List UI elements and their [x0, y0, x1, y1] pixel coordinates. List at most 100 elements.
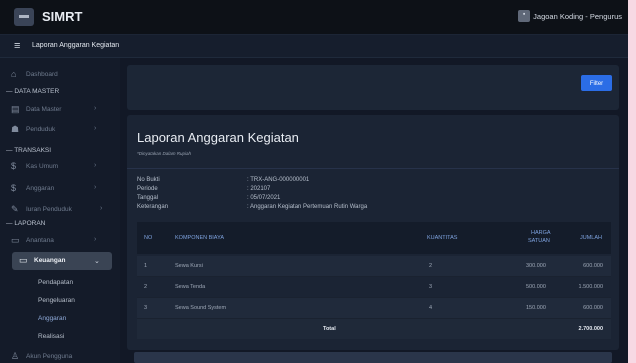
database-icon: ▤ — [11, 104, 20, 114]
home-icon: ⌂ — [11, 69, 17, 79]
total-value: 2.700.000 — [578, 326, 603, 332]
sidebar-item-label: Penduduk — [26, 126, 56, 133]
sidebar-item-label: Keuangan — [34, 257, 66, 264]
sidebar-item-label: Akun Pengguna — [26, 353, 73, 360]
section-label: LAPORAN — [14, 220, 46, 227]
sidebar-item-iuran-penduduk[interactable]: ✎ Iuran Penduduk › — [0, 203, 120, 217]
users-icon: ☗ — [11, 124, 20, 134]
table-row: 2 Sewa Tenda 3 500.000 1.500.000 — [137, 277, 611, 298]
cell-no: 2 — [144, 284, 148, 290]
sidebar-subitem-label: Pengeluaran — [38, 297, 75, 304]
filter-button[interactable]: Filter — [581, 75, 612, 91]
table-row: 3 Sewa Sound System 4 150.000 600.000 — [137, 298, 611, 319]
chevron-right-icon: › — [100, 205, 103, 212]
user-name: Jagoan Koding - Pengurus — [533, 11, 622, 21]
info-value-tanggal: : 05/07/2021 — [247, 195, 281, 201]
info-value-periode: : 202107 — [247, 186, 271, 192]
cell-harga: 150.000 — [526, 305, 546, 311]
sidebar-subitem-realisasi[interactable]: Realisasi — [0, 330, 120, 344]
info-label-tanggal: Tanggal — [137, 195, 159, 201]
section-label: TRANSAKSI — [14, 147, 52, 154]
dollar-icon: $ — [11, 183, 17, 193]
col-header-no: NO — [144, 235, 153, 241]
sidebar-item-penduduk[interactable]: ☗ Penduduk › — [0, 123, 120, 137]
cell-jumlah: 600.000 — [583, 263, 603, 269]
user-icon: ♙ — [11, 351, 20, 361]
table-row: 1 Sewa Kursi 2 300.000 600.000 — [137, 256, 611, 277]
info-label-keterangan: Keterangan — [137, 204, 169, 210]
chevron-right-icon: › — [94, 236, 97, 243]
sidebar-subitem-label: Pendapatan — [38, 279, 74, 286]
section-label: DATA MASTER — [14, 88, 60, 95]
cell-jumlah: 1.500.000 — [578, 284, 603, 290]
sidebar-subitem-pendapatan[interactable]: Pendapatan — [0, 276, 120, 290]
sidebar-section-data-master: — DATA MASTER — [6, 88, 60, 95]
sidebar-subitem-pengeluaran[interactable]: Pengeluaran — [0, 294, 120, 308]
dollar-icon: $ — [11, 161, 17, 171]
sidebar-item-akun-pengguna[interactable]: ♙ Akun Pengguna — [0, 350, 120, 363]
top-navbar: ▬ SIMRT ▪ Jagoan Koding - Pengurus — [0, 0, 628, 35]
sidebar-item-keuangan[interactable]: ▭ Keuangan ⌄ — [12, 252, 112, 270]
col-header-harga-line2: SATUAN — [528, 238, 550, 244]
sidebar-item-label: Anantana — [26, 237, 54, 244]
cell-no: 3 — [144, 305, 148, 311]
info-label-periode: Periode — [137, 186, 158, 192]
cell-kuantitas: 2 — [429, 263, 433, 269]
sidebar-item-label: Dashboard — [26, 71, 58, 78]
col-header-jumlah: JUMLAH — [580, 235, 603, 241]
hamburger-menu-icon[interactable]: ≡ — [14, 41, 20, 52]
report-title: Laporan Anggaran Kegiatan — [137, 130, 299, 145]
page-header-bar: ≡ Laporan Anggaran Kegiatan — [0, 35, 628, 58]
divider — [127, 168, 619, 169]
sidebar-section-transaksi: — TRANSAKSI — [6, 147, 52, 154]
sidebar-item-label: Anggaran — [26, 185, 55, 192]
chevron-down-icon: ⌄ — [94, 258, 100, 265]
table-header: NO KOMPONEN BIAYA KUANTITAS HARGA SATUAN… — [137, 222, 611, 254]
chevron-right-icon: › — [94, 125, 97, 132]
sidebar: ⌂ Dashboard — DATA MASTER ▤ Data Master … — [0, 58, 120, 363]
info-label-no-bukti: No Bukti — [137, 177, 160, 183]
app-logo-icon[interactable]: ▬ — [14, 8, 34, 26]
sidebar-section-laporan: — LAPORAN — [6, 220, 46, 227]
sidebar-item-data-master[interactable]: ▤ Data Master › — [0, 103, 120, 117]
cell-komponen: Sewa Sound System — [175, 305, 227, 311]
sidebar-item-label: Data Master — [26, 106, 62, 113]
cell-komponen: Sewa Kursi — [175, 263, 203, 269]
cell-kuantitas: 3 — [429, 284, 433, 290]
info-value-keterangan: : Anggaran Kegiatan Pertemuan Rutin Warg… — [247, 204, 368, 210]
sidebar-item-label: Iuran Penduduk — [26, 206, 72, 213]
next-panel-edge — [134, 352, 612, 363]
info-value-no-bukti: : TRX-ANG-000000001 — [247, 177, 310, 183]
edit-icon: ✎ — [11, 204, 19, 214]
sidebar-subitem-label: Realisasi — [38, 333, 65, 340]
sidebar-item-label: Kas Umum — [26, 163, 59, 170]
sidebar-item-kas-umum[interactable]: $ Kas Umum › — [0, 160, 120, 174]
sidebar-item-anggaran[interactable]: $ Anggaran › — [0, 182, 120, 196]
monitor-icon: ▭ — [11, 235, 20, 245]
chevron-right-icon: › — [94, 184, 97, 191]
sidebar-item-anantana[interactable]: ▭ Anantana › — [0, 234, 120, 248]
table-total-row: Total 2.700.000 — [137, 319, 611, 339]
cell-harga: 500.000 — [526, 284, 546, 290]
sidebar-subitem-label: Anggaran — [38, 315, 67, 322]
col-header-kuantitas: KUANTITAS — [427, 235, 458, 241]
sidebar-item-dashboard[interactable]: ⌂ Dashboard — [0, 68, 120, 82]
total-label: Total — [323, 326, 336, 332]
monitor-icon: ▭ — [19, 255, 28, 265]
page-title: Laporan Anggaran Kegiatan — [32, 42, 120, 49]
col-header-harga-line1: HARGA — [531, 230, 551, 236]
app-window: ▬ SIMRT ▪ Jagoan Koding - Pengurus ≡ Lap… — [0, 0, 628, 363]
chevron-right-icon: › — [94, 105, 97, 112]
cell-harga: 300.000 — [526, 263, 546, 269]
cell-kuantitas: 4 — [429, 305, 433, 311]
report-card: Laporan Anggaran Kegiatan *Dinyatakan Da… — [127, 115, 619, 350]
sidebar-subitem-anggaran[interactable]: Anggaran — [0, 312, 120, 326]
chevron-right-icon: › — [94, 162, 97, 169]
currency-note: *Dinyatakan Dalam Rupiah — [137, 151, 192, 156]
cell-komponen: Sewa Tenda — [175, 284, 206, 290]
cell-no: 1 — [144, 263, 148, 269]
user-menu[interactable]: ▪ Jagoan Koding - Pengurus — [518, 10, 622, 22]
app-brand[interactable]: SIMRT — [42, 9, 82, 24]
cell-jumlah: 600.000 — [583, 305, 603, 311]
filter-panel: Filter — [127, 65, 619, 110]
